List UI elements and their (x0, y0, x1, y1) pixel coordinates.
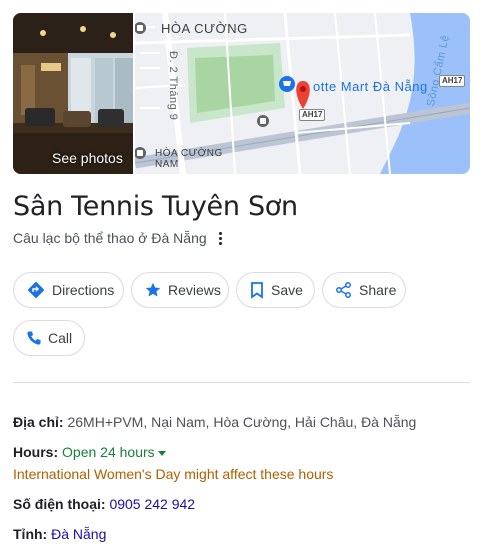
reviews-label: Reviews (168, 282, 221, 298)
more-options-icon[interactable] (215, 231, 225, 245)
call-button[interactable]: Call (13, 320, 85, 356)
star-icon (145, 282, 161, 297)
directions-button[interactable]: Directions (13, 272, 124, 308)
address-label: Địa chỉ: (13, 414, 64, 430)
phone-icon (27, 331, 41, 345)
phone-row: Số điện thoại: 0905 242 942 (13, 494, 195, 514)
call-label: Call (48, 330, 73, 346)
share-label: Share (359, 282, 397, 298)
place-category-row: Câu lạc bộ thể thao ở Đà Nẵng (13, 230, 225, 246)
chevron-down-icon[interactable] (157, 450, 166, 456)
highway-shield: AH17 (439, 75, 466, 87)
section-divider (13, 382, 470, 383)
place-title: Sân Tennis Tuyên Sơn (13, 191, 298, 222)
hours-notice: International Women's Day might affect t… (13, 466, 334, 482)
save-button[interactable]: Save (236, 272, 315, 308)
hours-row[interactable]: Hours: Open 24 hours (13, 442, 166, 462)
map-label-district-top: HÒA CƯỜNG (161, 21, 248, 36)
directions-icon (28, 282, 44, 298)
hours-value[interactable]: Open 24 hours (62, 444, 155, 460)
phone-label: Số điện thoại: (13, 496, 106, 512)
province-row: Tỉnh: Đà Nẵng (13, 524, 106, 544)
place-photo[interactable]: See photos (13, 13, 133, 174)
address-value: 26MH+PVM, Nại Nam, Hòa Cường, Hải Châu, … (67, 414, 417, 430)
map-preview[interactable]: HÒA CƯỜNG Đ. 2 Tháng 9 HÒA CƯỜNG NAM ott… (135, 13, 470, 174)
phone-link[interactable]: 0905 242 942 (109, 496, 195, 512)
share-icon (336, 282, 351, 298)
province-link[interactable]: Đà Nẵng (51, 526, 106, 542)
highway-shield: AH17 (299, 109, 326, 121)
place-category: Câu lạc bộ thể thao ở Đà Nẵng (13, 230, 207, 246)
reviews-button[interactable]: Reviews (131, 272, 229, 308)
province-label: Tỉnh: (13, 526, 48, 542)
share-button[interactable]: Share (322, 272, 406, 308)
directions-label: Directions (52, 282, 115, 298)
map-label-district-bottom-line1: HÒA CƯỜNG (155, 148, 223, 159)
map-label-poi: otte Mart Đà Nẵng (313, 79, 428, 94)
bookmark-icon (251, 282, 263, 299)
map-label-district-bottom-line2: NAM (155, 159, 179, 170)
map-label-street: Đ. 2 Tháng 9 (167, 51, 179, 121)
map-label-district-bottom: HÒA CƯỜNG NAM (155, 148, 223, 170)
media-header: See photos HÒA CƯỜNG Đ. 2 Tháng 9 HÒA CƯ… (13, 13, 470, 174)
save-label: Save (271, 282, 303, 298)
address-row: Địa chỉ: 26MH+PVM, Nại Nam, Hòa Cường, H… (13, 412, 416, 432)
see-photos-label[interactable]: See photos (52, 150, 123, 166)
hours-label: Hours: (13, 444, 59, 460)
